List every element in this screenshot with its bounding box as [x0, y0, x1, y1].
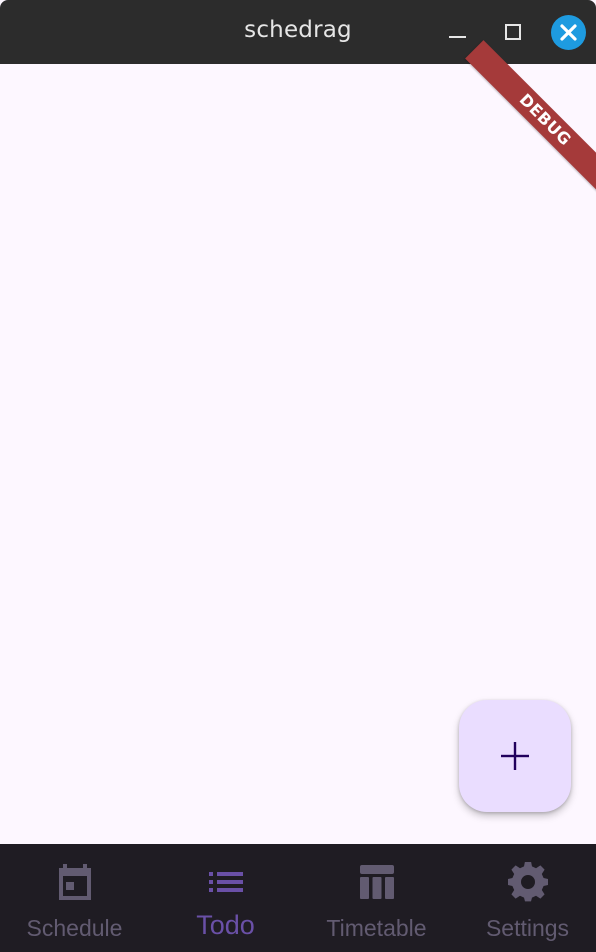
nav-item-schedule[interactable]: Schedule — [0, 844, 149, 952]
gear-icon — [507, 862, 548, 902]
nav-label-settings: Settings — [485, 915, 570, 941]
nav-label-schedule: Schedule — [26, 915, 123, 941]
list-icon — [208, 872, 243, 892]
minimize-button[interactable] — [442, 16, 474, 48]
bottom-navigation: Schedule Todo Timetable Settings — [0, 844, 596, 952]
maximize-icon — [505, 24, 521, 40]
nav-item-settings[interactable]: Settings — [453, 844, 596, 952]
nav-label-timetable: Timetable — [326, 915, 427, 941]
app-window: schedrag DEBUG Schedule Todo Timetable S… — [0, 0, 596, 952]
calendar-today-icon — [58, 864, 91, 900]
maximize-button[interactable] — [497, 16, 529, 48]
nav-item-todo[interactable]: Todo — [151, 844, 300, 952]
plus-icon — [501, 742, 529, 770]
minimize-icon — [449, 36, 466, 38]
nav-item-timetable[interactable]: Timetable — [302, 844, 451, 952]
close-button[interactable] — [551, 15, 586, 50]
nav-label-todo: Todo — [196, 910, 255, 940]
table-icon — [359, 865, 394, 899]
close-icon — [560, 24, 577, 41]
add-todo-button[interactable] — [459, 700, 571, 812]
title-bar[interactable]: schedrag — [0, 0, 596, 64]
